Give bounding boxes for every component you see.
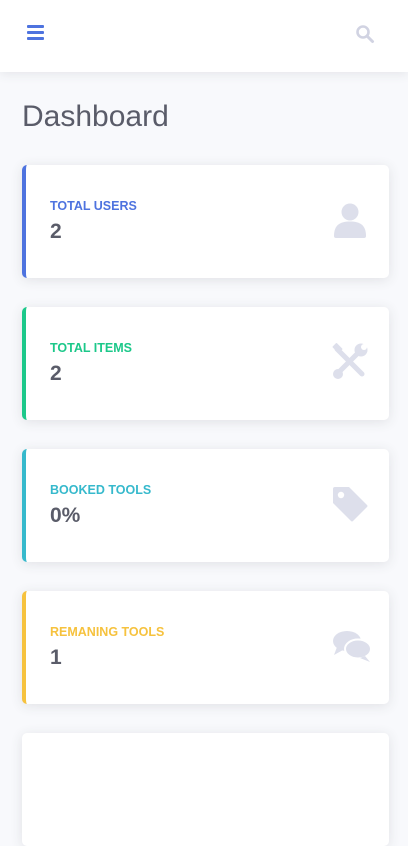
tools-icon — [331, 343, 369, 381]
stat-card-total-items: TOTAL ITEMS 2 — [22, 307, 389, 420]
tag-icon — [331, 485, 369, 523]
stat-card-remaning-tools: REMANING TOOLS 1 — [22, 591, 389, 704]
topbar — [0, 0, 408, 72]
stat-card-booked-tools: BOOKED TOOLS 0% — [22, 449, 389, 562]
stat-card-partial — [22, 733, 389, 846]
stat-card-label: BOOKED TOOLS — [50, 483, 152, 497]
stat-card-total-users: TOTAL USERS 2 — [22, 165, 389, 278]
stat-card-label: TOTAL ITEMS — [50, 341, 132, 355]
stat-card-value: 1 — [50, 646, 62, 669]
stat-card-label: REMANING TOOLS — [50, 625, 165, 639]
user-icon — [331, 201, 369, 239]
page-title: Dashboard — [22, 100, 169, 133]
search-icon[interactable] — [355, 24, 375, 44]
stat-card-label: TOTAL USERS — [50, 199, 137, 213]
stat-card-value: 2 — [50, 220, 62, 243]
stat-card-value: 2 — [50, 362, 62, 385]
bars-icon[interactable] — [27, 25, 44, 41]
stat-card-value: 0% — [50, 504, 81, 527]
comments-icon — [331, 627, 372, 665]
